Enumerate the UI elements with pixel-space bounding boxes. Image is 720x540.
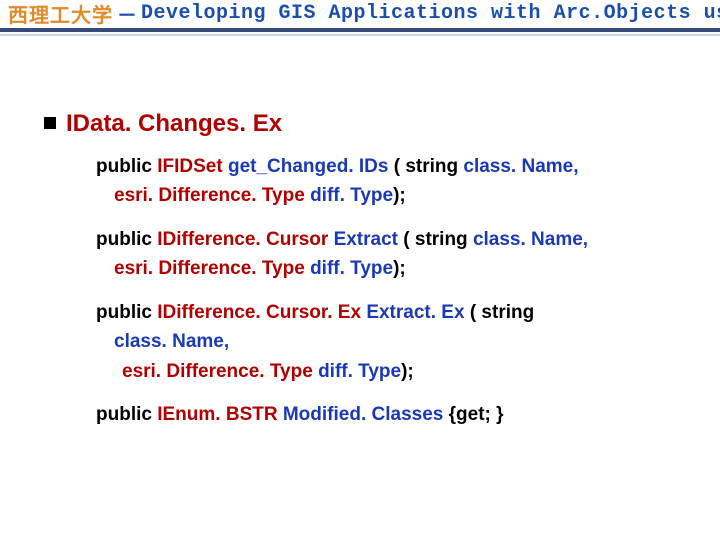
bullet-icon — [44, 117, 56, 129]
method-name: get_Changed. IDs — [228, 156, 394, 177]
property-name: Modified. Classes — [283, 404, 449, 425]
param-name: class. Name, — [473, 229, 588, 250]
keyword: public — [96, 156, 157, 177]
keyword: ); — [393, 185, 406, 206]
method-name: Extract. Ex — [366, 302, 470, 323]
keyword: public — [96, 302, 157, 323]
param-name: class. Name, — [463, 156, 578, 177]
keyword: ( string — [394, 156, 464, 177]
keyword: ); — [393, 258, 406, 279]
type-name: IDifference. Cursor — [157, 229, 333, 250]
keyword: ( string — [403, 229, 473, 250]
type-name: IDifference. Cursor. Ex — [157, 302, 366, 323]
bullet-title: IData. Changes. Ex — [66, 110, 282, 138]
signature-item: public IEnum. BSTR Modified. Classes {ge… — [96, 400, 696, 429]
divider-light — [0, 34, 720, 36]
type-name: IEnum. BSTR — [157, 404, 283, 425]
title-english: Developing GIS Applications with Arc.Obj… — [141, 2, 720, 25]
slide: 西理工大学 － Developing GIS Applications with… — [0, 0, 720, 540]
param-name: diff. Type — [310, 185, 393, 206]
bullet-item: IData. Changes. Ex — [44, 110, 696, 138]
type-name: esri. Difference. Type — [122, 361, 318, 382]
keyword: public — [96, 404, 157, 425]
param-name: diff. Type — [310, 258, 393, 279]
signature-list: public IFIDSet get_Changed. IDs ( string… — [96, 152, 696, 430]
type-name: IFIDSet — [157, 156, 228, 177]
method-name: Extract — [334, 229, 404, 250]
title-chinese: 西理工大学 — [8, 0, 113, 28]
content-area: IData. Changes. Ex public IFIDSet get_Ch… — [44, 110, 696, 444]
type-name: esri. Difference. Type — [114, 258, 310, 279]
title-separator: － — [113, 0, 141, 28]
keyword: ( string — [470, 302, 534, 323]
keyword: ); — [401, 361, 414, 382]
signature-item: public IDifference. Cursor Extract ( str… — [96, 225, 696, 284]
keyword: {get; } — [449, 404, 504, 425]
divider-dark — [0, 28, 720, 32]
type-name: esri. Difference. Type — [114, 185, 310, 206]
signature-item: public IFIDSet get_Changed. IDs ( string… — [96, 152, 696, 211]
param-name: diff. Type — [318, 361, 401, 382]
title-bar: 西理工大学 － Developing GIS Applications with… — [0, 0, 720, 26]
param-name: class. Name, — [114, 331, 229, 352]
signature-item: public IDifference. Cursor. Ex Extract. … — [96, 298, 696, 386]
keyword: public — [96, 229, 157, 250]
